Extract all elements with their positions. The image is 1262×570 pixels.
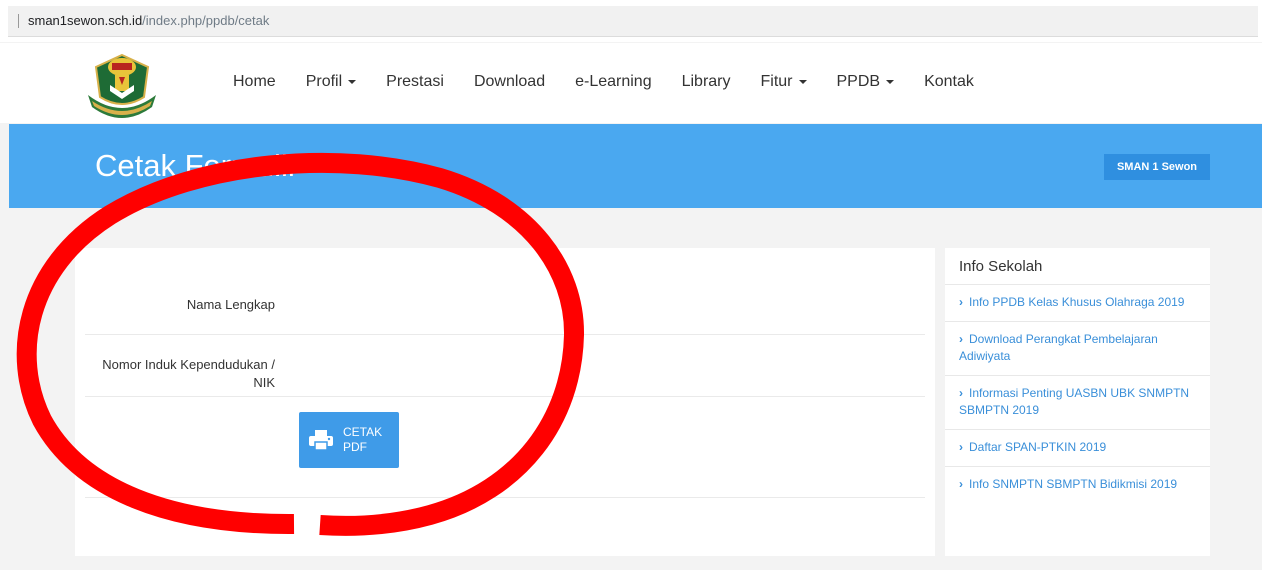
nav-item-profil[interactable]: Profil — [305, 73, 357, 91]
nav-item-home[interactable]: Home — [233, 73, 276, 91]
sidebar-link-label: Info PPDB Kelas Khusus Olahraga 2019 — [969, 295, 1185, 309]
nik-label-line1: Nomor Induk Kependudukan / — [102, 357, 275, 372]
chevron-right-icon: › — [959, 332, 963, 346]
nav-item-label: Library — [681, 73, 731, 90]
chevron-right-icon: › — [959, 440, 963, 454]
info-sekolah-panel: Info Sekolah › Info PPDB Kelas Khusus Ola… — [945, 248, 1210, 556]
nik-label: Nomor Induk Kependudukan / NIK — [102, 356, 275, 392]
nav-item-fitur[interactable]: Fitur — [761, 73, 807, 91]
site-navbar: Home Profil Prestasi Download e-Learning Libr… — [0, 43, 1262, 123]
page-title: Cetak Formulir — [95, 148, 299, 183]
nav-item-label: Home — [233, 73, 276, 90]
cetak-label-line2: PDF — [343, 440, 367, 454]
nav-item-label: Profil — [305, 73, 343, 90]
nav-item-library[interactable]: Library — [682, 73, 731, 91]
caret-down-icon — [798, 79, 807, 84]
cetak-pdf-button[interactable]: CETAK PDF — [299, 412, 399, 468]
cetak-label-line1: CETAK — [343, 425, 383, 439]
sidebar-link[interactable]: › Download Perangkat Pembelajaran Adiwiya… — [945, 321, 1210, 375]
address-field[interactable]: sman1sewon.sch.id/index.php/ppdb/cetak — [8, 6, 1258, 37]
sidebar-link[interactable]: › Info SNMPTN SBMPTN Bidikmisi 2019 — [945, 466, 1210, 503]
chevron-right-icon: › — [959, 386, 963, 400]
url-path: /index.php/ppdb/cetak — [142, 13, 270, 28]
nav-item-label: Prestasi — [386, 73, 444, 90]
sidebar-title: Info Sekolah — [959, 258, 1043, 275]
nav-item-ppdb[interactable]: PPDB — [837, 73, 895, 91]
sidebar-link[interactable]: › Informasi Penting UASBN UBK SNMPTN SBMP… — [945, 375, 1210, 429]
browser-address-bar: sman1sewon.sch.id/index.php/ppdb/cetak — [0, 0, 1262, 42]
nav-item-label: PPDB — [836, 73, 881, 90]
caret-down-icon — [886, 79, 895, 84]
sidebar-link-label: Info SNMPTN SBMPTN Bidikmisi 2019 — [969, 477, 1178, 491]
caret-down-icon — [348, 79, 357, 84]
nav-item-download[interactable]: Download — [474, 73, 545, 91]
nav-item-label: Fitur — [760, 73, 793, 90]
nav-item-prestasi[interactable]: Prestasi — [386, 73, 444, 91]
nik-row: Nomor Induk Kependudukan / NIK — [85, 334, 925, 397]
chevron-right-icon: › — [959, 295, 963, 309]
name-row: Nama Lengkap — [85, 248, 925, 335]
cursor-divider — [18, 14, 19, 28]
sidebar-link[interactable]: › Info PPDB Kelas Khusus Olahraga 2019 — [945, 284, 1210, 321]
url-text: sman1sewon.sch.id/index.php/ppdb/cetak — [28, 13, 269, 28]
nav-item-e-learning[interactable]: e-Learning — [575, 73, 652, 91]
nik-input[interactable] — [299, 352, 935, 384]
school-badge[interactable]: SMAN 1 Sewon — [1104, 154, 1210, 180]
school-logo-icon[interactable] — [82, 51, 162, 123]
print-icon — [309, 430, 333, 450]
cetak-form: Nama Lengkap Nomor Induk Kependudukan / … — [75, 248, 935, 556]
main-nav: Home Profil Prestasi Download e-Learning Libr… — [233, 73, 1004, 91]
page-header-banner: Cetak Formulir SMAN 1 Sewon — [9, 124, 1262, 208]
name-label: Nama Lengkap — [186, 297, 275, 312]
sidebar-link-label: Download Perangkat Pembelajaran Adiwiyat… — [959, 332, 1158, 363]
nav-item-label: e-Learning — [575, 73, 652, 90]
cetak-pdf-label: CETAK PDF — [343, 425, 393, 455]
sidebar-link-label: Daftar SPAN-PTKIN 2019 — [969, 440, 1107, 454]
name-input[interactable] — [299, 288, 935, 320]
nav-item-label: Kontak — [924, 73, 974, 90]
nav-item-kontak[interactable]: Kontak — [924, 73, 974, 91]
nik-label-line2: NIK — [253, 375, 275, 390]
button-row-divider — [85, 484, 925, 498]
url-host: sman1sewon.sch.id — [28, 13, 143, 28]
sidebar-list: › Info PPDB Kelas Khusus Olahraga 2019 › Do… — [945, 284, 1210, 503]
sidebar-link[interactable]: › Daftar SPAN-PTKIN 2019 — [945, 429, 1210, 466]
chevron-right-icon: › — [959, 477, 963, 491]
sidebar-link-label: Informasi Penting UASBN UBK SNMPTN SBMPT… — [959, 386, 1190, 417]
nav-item-label: Download — [473, 73, 546, 90]
